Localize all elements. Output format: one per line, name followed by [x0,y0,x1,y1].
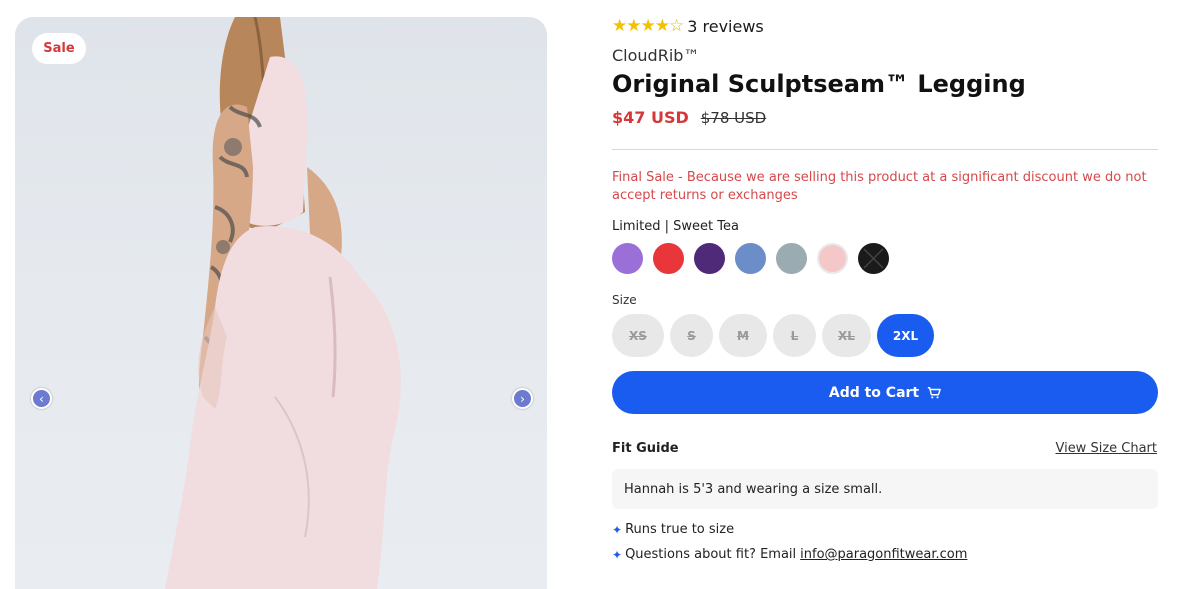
color-swatch[interactable] [776,243,807,274]
fit-bullet-true-to-size: ✦ Runs true to size [612,522,734,537]
color-swatch[interactable] [735,243,766,274]
star-icon: ★ [612,16,627,36]
rating[interactable]: ★★★★☆ 3 reviews [612,16,764,36]
color-swatch[interactable] [694,243,725,274]
star-icon: ★ [626,16,641,36]
bullet-text: Runs true to size [625,522,735,537]
final-sale-notice: Final Sale - Because we are selling this… [612,170,1147,203]
star-empty-icon: ☆ [669,16,684,36]
bullet-text: Questions about fit? Email [625,547,797,562]
cart-icon [928,386,941,398]
product-image-gallery[interactable]: Sale ‹ › [15,17,547,589]
fit-guide-title: Fit Guide [612,441,679,456]
size-options: XS S M L XL 2XL [612,314,934,357]
divider [612,149,1158,150]
review-count[interactable]: 3 reviews [687,17,764,36]
color-swatch[interactable] [858,243,889,274]
fit-note-box: Hannah is 5'3 and wearing a size small. [612,469,1158,509]
size-option-m[interactable]: M [719,314,767,357]
sale-price: $47 USD [612,108,689,127]
brand-name: CloudRib™ [612,46,700,65]
view-size-chart-link[interactable]: View Size Chart [1055,441,1157,456]
add-to-cart-label: Add to Cart [828,384,920,401]
size-option-xs[interactable]: XS [612,314,664,357]
star-icon: ★ [654,16,670,36]
color-swatch[interactable] [817,243,848,274]
size-label: Size [612,293,637,307]
star-rating-icon: ★★★★☆ [612,16,684,36]
star-icon: ★ [640,16,656,36]
sale-badge: Sale [32,33,86,64]
fit-note: Hannah is 5'3 and wearing a size small. [624,481,883,497]
color-swatch[interactable] [612,243,643,274]
size-option-xl[interactable]: XL [822,314,871,357]
sparkle-icon: ✦ [612,547,623,562]
product-photo [165,17,401,589]
color-swatches [612,243,889,274]
color-swatch[interactable] [653,243,684,274]
size-option-s[interactable]: S [670,314,713,357]
price-block: $47 USD $78 USD [612,108,766,127]
previous-image-arrow-icon[interactable]: ‹ [31,388,52,409]
fit-bullet-questions: ✦ Questions about fit? Email info@parago… [612,547,967,562]
size-option-2xl[interactable]: 2XL [877,314,934,357]
product-title: Original Sculptseam™ Legging [612,70,1026,98]
color-label: Limited | Sweet Tea [612,219,739,234]
next-image-arrow-icon[interactable]: › [512,388,533,409]
original-price: $78 USD [700,109,767,127]
email-link[interactable]: info@paragonfitwear.com [800,547,967,562]
size-option-l[interactable]: L [773,314,816,357]
sparkle-icon: ✦ [612,522,623,537]
add-to-cart-button[interactable]: Add to Cart [612,371,1158,414]
